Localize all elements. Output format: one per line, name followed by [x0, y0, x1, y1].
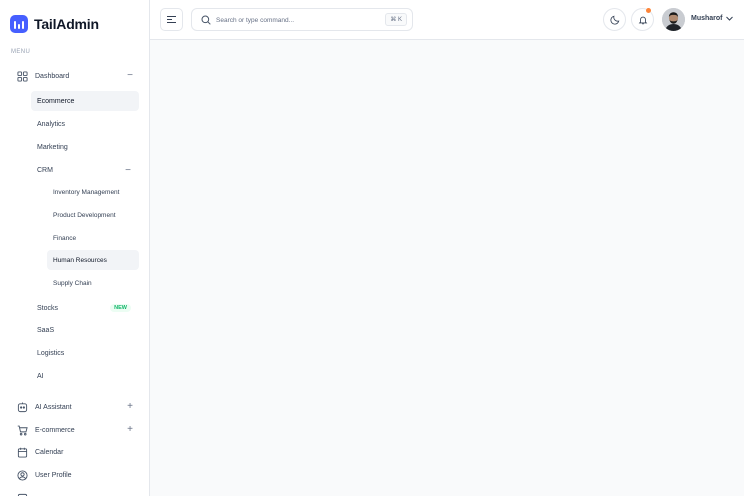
sidebar: TailAdmin MENU Dashboard − Ecommerce Ana…	[0, 0, 150, 496]
sidebar-item-label: Calendar	[35, 448, 64, 456]
search-bar: ⌘ K	[191, 8, 413, 31]
sidebar-item-dashboard[interactable]: Dashboard −	[17, 67, 137, 85]
menu-icon	[167, 16, 176, 23]
grid-icon	[17, 70, 28, 82]
sidebar-toggle-button[interactable]	[160, 8, 183, 31]
sidebar-item-finance[interactable]: Finance	[47, 228, 139, 248]
sidebar-item-marketing[interactable]: Marketing	[31, 137, 139, 157]
sidebar-item-ecommerce[interactable]: Ecommerce	[31, 91, 139, 111]
logo-icon	[10, 15, 28, 33]
keyboard-shortcut: ⌘ K	[385, 13, 407, 26]
sidebar-item-stocks[interactable]: Stocks NEW	[31, 298, 139, 318]
main-content	[150, 40, 744, 496]
sidebar-item-calendar[interactable]: Calendar	[17, 443, 137, 461]
brand-logo[interactable]: TailAdmin	[10, 15, 99, 33]
sidebar-item-label: E-commerce	[35, 426, 75, 434]
user-circle-icon	[17, 469, 28, 481]
sidebar-item-human-resources[interactable]: Human Resources	[47, 250, 139, 270]
sidebar-item-partial[interactable]	[17, 489, 137, 496]
search-input[interactable]	[216, 13, 376, 27]
menu-section-label: MENU	[11, 49, 31, 55]
sidebar-item-supply-chain[interactable]: Supply Chain	[47, 273, 139, 293]
task-icon	[17, 493, 28, 496]
collapse-icon[interactable]: −	[127, 71, 133, 81]
sidebar-item-label: AI Assistant	[35, 403, 72, 411]
sidebar-item-ai-assistant[interactable]: AI Assistant +	[17, 398, 137, 416]
ai-assistant-icon	[17, 401, 28, 413]
sidebar-item-inventory-management[interactable]: Inventory Management	[47, 182, 139, 202]
cart-icon	[17, 425, 28, 436]
sidebar-item-e-commerce[interactable]: E-commerce +	[17, 421, 137, 439]
brand-name: TailAdmin	[34, 16, 99, 32]
search-icon	[201, 15, 211, 25]
sidebar-item-saas[interactable]: SaaS	[31, 320, 139, 340]
expand-icon[interactable]: +	[127, 425, 133, 435]
sidebar-item-crm[interactable]: CRM −	[31, 160, 139, 180]
calendar-icon	[17, 447, 28, 458]
sidebar-item-product-development[interactable]: Product Development	[47, 205, 139, 225]
avatar[interactable]	[662, 8, 685, 31]
new-badge: NEW	[110, 304, 131, 312]
user-avatar-image	[662, 8, 685, 31]
user-name[interactable]: Musharof	[691, 15, 723, 22]
notification-dot	[646, 8, 651, 13]
sidebar-item-ai[interactable]: AI	[31, 366, 139, 386]
notifications-button[interactable]	[631, 8, 654, 31]
sidebar-item-label: User Profile	[35, 471, 72, 479]
theme-toggle-button[interactable]	[603, 8, 626, 31]
sidebar-item-logistics[interactable]: Logistics	[31, 343, 139, 363]
sidebar-item-label: Dashboard	[35, 72, 70, 80]
collapse-icon[interactable]: −	[125, 165, 131, 176]
expand-icon[interactable]: +	[127, 402, 133, 412]
sidebar-item-analytics[interactable]: Analytics	[31, 114, 139, 134]
chevron-down-icon[interactable]	[725, 14, 734, 23]
sidebar-item-user-profile[interactable]: User Profile	[17, 466, 137, 484]
moon-icon	[610, 15, 619, 24]
top-header: ⌘ K Musharof	[150, 0, 744, 40]
bell-icon	[638, 16, 647, 24]
